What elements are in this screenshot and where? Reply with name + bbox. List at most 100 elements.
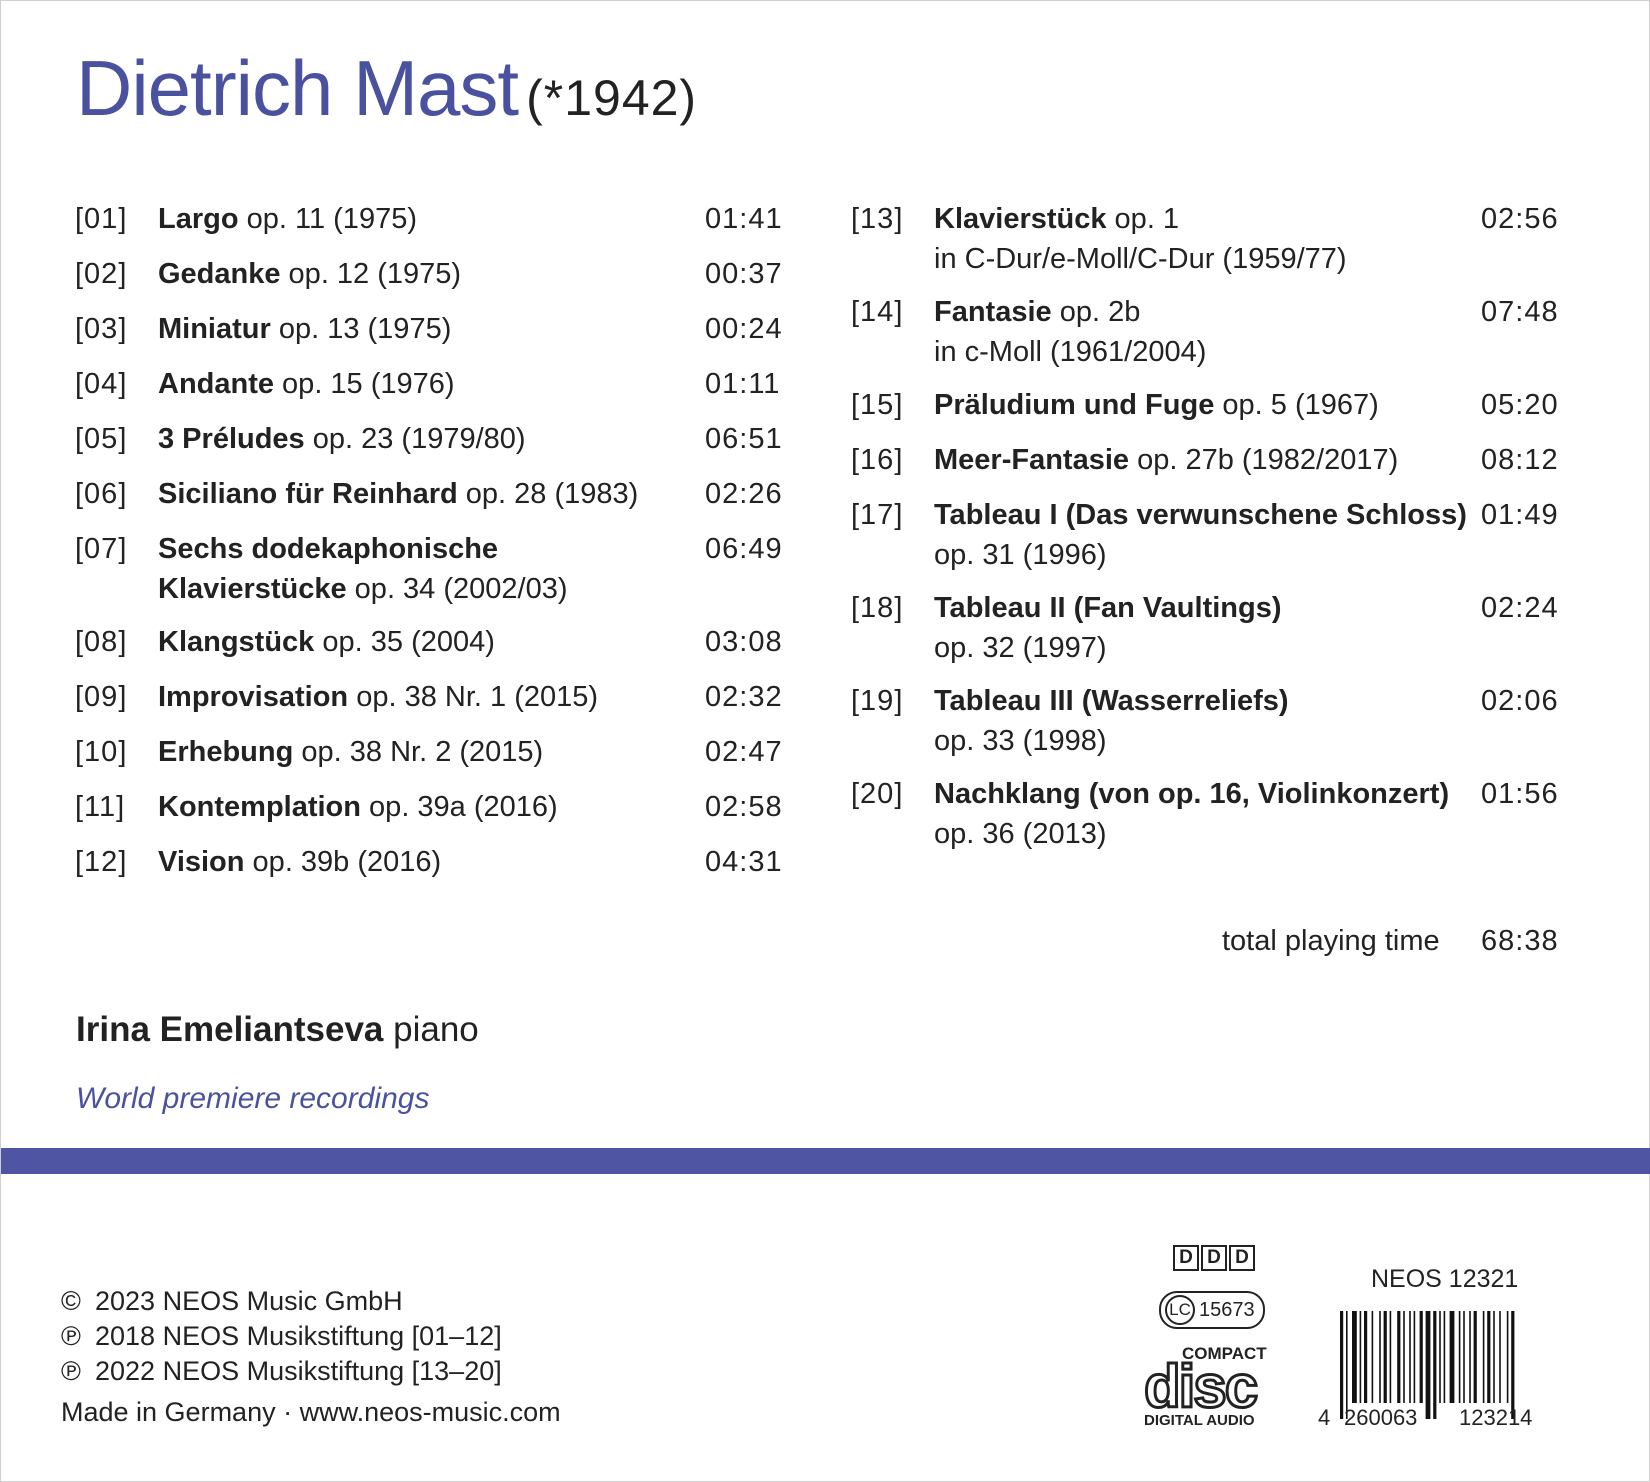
barcode-digits-left: 260063	[1344, 1405, 1417, 1429]
made-in-line: Made in Germany · www.neos-music.com	[61, 1397, 561, 1427]
track-title: Andante	[158, 368, 274, 400]
track-number: [12]	[75, 846, 128, 878]
barcode-bars	[1340, 1311, 1515, 1419]
track-row: [01] Largo op. 11 (1975) 01:41	[75, 199, 795, 239]
tracklist-left: [01] Largo op. 11 (1975) 01:41 [02] Gedanke …	[75, 199, 795, 897]
track-number: [18]	[851, 592, 904, 624]
label-code: LC 15673	[1159, 1291, 1265, 1329]
track-title: 3 Préludes	[158, 423, 305, 455]
total-value: 68:38	[1481, 925, 1559, 957]
barcode-bar	[1506, 1311, 1509, 1403]
track-duration: 07:48	[1481, 296, 1559, 328]
track-opus: op. 11 (1975)	[238, 203, 417, 235]
track-row: [17] Tableau I (Das verwunschene Schloss)…	[851, 495, 1571, 575]
track-title: Siciliano für Reinhard	[158, 478, 458, 510]
track-row: [20] Nachklang (von op. 16, Violinkonzert…	[851, 774, 1571, 854]
barcode-bar	[1352, 1311, 1357, 1403]
track-number: [07]	[75, 533, 128, 565]
track-opus: op. 39b (2016)	[244, 846, 442, 878]
track-duration: 01:56	[1481, 778, 1559, 810]
track-row: [02] Gedanke op. 12 (1975) 00:37	[75, 254, 795, 294]
barcode-bar	[1359, 1311, 1362, 1403]
barcode-bar	[1397, 1311, 1401, 1403]
track-number: [14]	[851, 296, 904, 328]
accent-band	[1, 1148, 1650, 1174]
composer-dates: (*1942)	[526, 70, 698, 126]
track-duration: 08:12	[1481, 444, 1559, 476]
barcode-bar	[1511, 1311, 1515, 1419]
track-description: Kontemplation op. 39a (2016)	[158, 787, 795, 827]
track-opus: op. 15 (1976)	[274, 368, 455, 400]
premiere-note: World premiere recordings	[76, 1082, 430, 1115]
track-title-cont: Klavierstücke	[158, 573, 347, 605]
lc-mark: LC	[1165, 1295, 1195, 1325]
track-description: Meer-Fantasie op. 27b (1982/2017)	[934, 440, 1571, 480]
track-row: [16] Meer-Fantasie op. 27b (1982/2017) 08:…	[851, 440, 1571, 480]
barcode-bar	[1413, 1311, 1416, 1403]
barcode-bar	[1371, 1311, 1374, 1403]
track-number: [10]	[75, 736, 128, 768]
track-description: Präludium und Fuge op. 5 (1967)	[934, 385, 1571, 425]
track-number: [13]	[851, 203, 904, 235]
track-row: [14] Fantasie op. 2b in c-Moll (1961/2004)…	[851, 292, 1571, 372]
track-number: [08]	[75, 626, 128, 658]
track-duration: 00:37	[705, 258, 783, 290]
track-number: [09]	[75, 681, 128, 713]
track-description: Fantasie op. 2b in c-Moll (1961/2004)	[934, 292, 1571, 372]
track-title: Improvisation	[158, 681, 349, 713]
barcode-digits-right: 123214	[1459, 1405, 1532, 1429]
track-duration: 02:56	[1481, 203, 1559, 235]
track-number: [02]	[75, 258, 128, 290]
barcode: 4 260063 123214	[1318, 1311, 1532, 1429]
track-duration: 03:08	[705, 626, 783, 658]
compact-disc-logo-icon: COMPACT disc DIGITAL AUDIO	[1144, 1344, 1267, 1427]
track-row: [13] Klavierstück op. 1 in C-Dur/e-Moll/C-…	[851, 199, 1571, 279]
track-duration: 06:49	[705, 533, 783, 565]
track-description: Siciliano für Reinhard op. 28 (1983)	[158, 474, 795, 514]
track-row: [03] Miniatur op. 13 (1975) 00:24	[75, 309, 795, 349]
barcode-bar	[1443, 1311, 1446, 1403]
track-description: Sechs dodekaphonische Klavierstücke op. 3…	[158, 529, 795, 609]
track-line2: op. 36 (2013)	[934, 818, 1107, 850]
barcode-bar	[1499, 1311, 1501, 1403]
credit-line: ℗ 2018 NEOS Musikstiftung [01–12]	[61, 1321, 502, 1351]
track-opus: op. 38 Nr. 2 (2015)	[293, 736, 544, 768]
track-duration: 02:24	[1481, 592, 1559, 624]
track-title: Sechs dodekaphonische	[158, 533, 499, 565]
cd-logo-mid: disc	[1144, 1353, 1257, 1420]
track-row: [06] Siciliano für Reinhard op. 28 (1983)…	[75, 474, 795, 514]
track-number: [11]	[75, 791, 126, 823]
performer-instrument: piano	[383, 1010, 479, 1049]
track-number: [15]	[851, 389, 904, 421]
track-description: Erhebung op. 38 Nr. 2 (2015)	[158, 732, 795, 772]
track-line2: in C-Dur/e-Moll/C-Dur (1959/77)	[934, 243, 1347, 275]
track-number: [17]	[851, 499, 904, 531]
track-title: Klavierstück	[934, 203, 1107, 235]
barcode-bar	[1482, 1311, 1485, 1403]
track-duration: 02:47	[705, 736, 783, 768]
performer-name: Irina Emeliantseva	[76, 1010, 384, 1049]
credit-line: ℗ 2022 NEOS Musikstiftung [13–20]	[61, 1356, 502, 1386]
track-title: Fantasie	[934, 296, 1052, 328]
track-duration: 04:31	[705, 846, 783, 878]
cd-back-cover: Dietrich Mast (*1942) [01] Largo op. 11 (1…	[0, 0, 1650, 1482]
track-title: Meer-Fantasie	[934, 444, 1130, 476]
track-title: Präludium und Fuge	[934, 389, 1215, 421]
track-row: [10] Erhebung op. 38 Nr. 2 (2015) 02:47	[75, 732, 795, 772]
track-title: Tableau II (Fan Vaultings)	[934, 592, 1282, 624]
track-opus: op. 12 (1975)	[280, 258, 462, 290]
track-row: [09] Improvisation op. 38 Nr. 1 (2015) 02:…	[75, 677, 795, 717]
track-description: Tableau III (Wasserreliefs) op. 33 (1998)	[934, 681, 1571, 761]
track-opus: op. 13 (1975)	[270, 313, 452, 345]
track-title: Klangstück	[158, 626, 315, 658]
track-description: Gedanke op. 12 (1975)	[158, 254, 795, 294]
track-row: [04] Andante op. 15 (1976) 01:11	[75, 364, 795, 404]
total-playing-time: total playing time 68:38	[1222, 921, 1558, 961]
track-opus: op. 5 (1967)	[1214, 389, 1379, 421]
track-duration: 01:41	[705, 203, 783, 235]
ddd-badge: D D D	[1173, 1245, 1255, 1271]
track-line2: op. 33 (1998)	[934, 725, 1107, 757]
performer: Irina Emeliantseva piano	[76, 1010, 479, 1050]
track-row: [15] Präludium und Fuge op. 5 (1967) 05:20	[851, 385, 1571, 425]
track-row: [05] 3 Préludes op. 23 (1979/80) 06:51	[75, 419, 795, 459]
